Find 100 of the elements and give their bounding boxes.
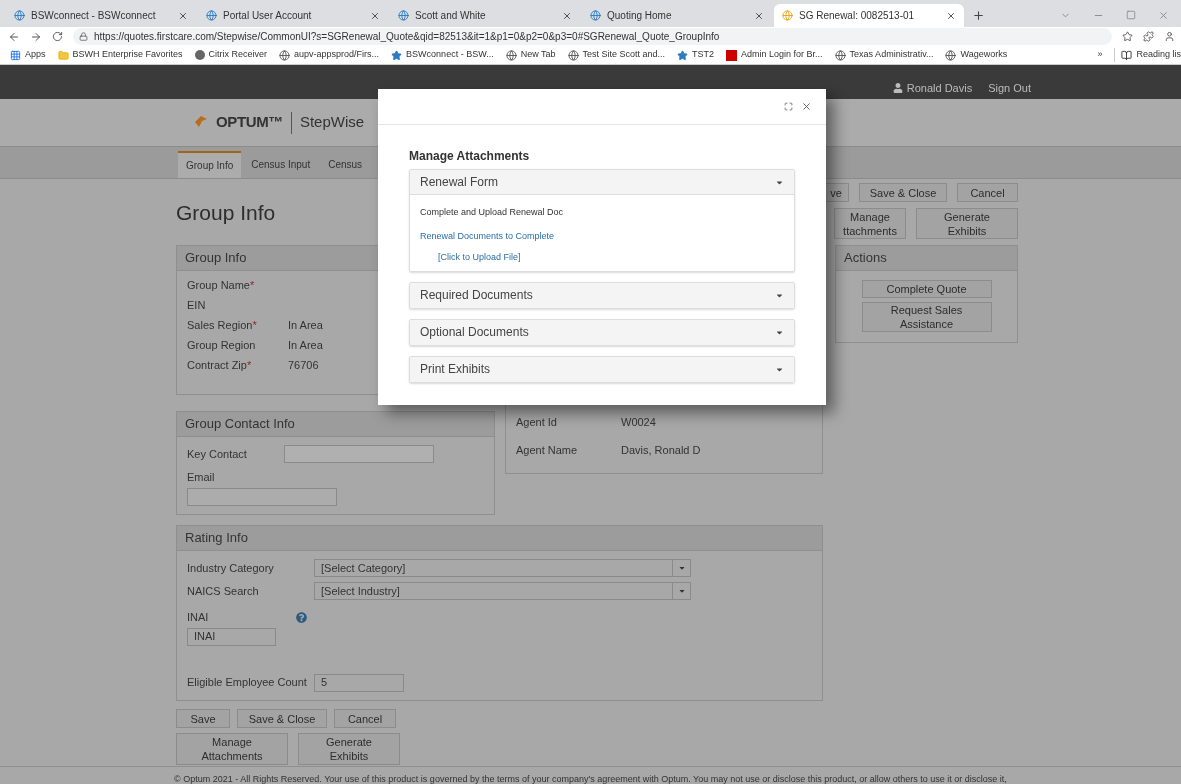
- input-field[interactable]: [187, 487, 337, 506]
- bookmark[interactable]: Test Site Scott and...: [567, 48, 666, 62]
- field-label: Eligible Employee Count: [187, 675, 308, 691]
- bookmark[interactable]: Wageworks: [945, 48, 1008, 62]
- field-value: 76706: [288, 358, 319, 370]
- button[interactable]: Request Sales Assistance: [861, 302, 992, 332]
- bookmark[interactable]: TST2: [677, 48, 715, 62]
- field-label: Email: [187, 470, 216, 485]
- forward-icon[interactable]: [30, 30, 42, 43]
- dropdown[interactable]: [Select Industry]: [314, 582, 691, 600]
- favicon-icon: [14, 10, 25, 21]
- star-icon: [391, 49, 403, 61]
- reload-icon[interactable]: [52, 31, 63, 42]
- globe-icon: [945, 49, 957, 61]
- button[interactable]: Save & Close: [237, 709, 327, 728]
- document-link[interactable]: Renewal Documents to Complete: [420, 229, 784, 243]
- close-icon[interactable]: [562, 10, 572, 21]
- favicon-icon: [590, 10, 601, 21]
- extensions-icon[interactable]: [1143, 31, 1154, 42]
- reading-list[interactable]: Reading lis: [1114, 48, 1181, 62]
- product-name: StepWise: [299, 112, 365, 133]
- field-label: Group Region: [187, 338, 257, 350]
- field-label: EIN: [187, 298, 207, 310]
- star-icon: [677, 49, 689, 61]
- field-value: W0024: [621, 415, 656, 430]
- favicon-icon: [398, 10, 409, 21]
- button[interactable]: Manage Attachments: [176, 733, 288, 765]
- footer-text: © Optum 2021 - All Rights Reserved. Your use of this product is governed by the terms of your company's agreement with Optum. You may not use or disclose this product, or allow others to use it or disclose it,: [174, 773, 1007, 784]
- browser-tab[interactable]: SG Renewal: 0082513-01: [774, 4, 964, 27]
- input-field[interactable]: 5: [314, 673, 404, 692]
- nav-tab[interactable]: Group Info: [178, 151, 242, 178]
- profile-icon[interactable]: [1164, 31, 1175, 42]
- site-icon: [194, 50, 205, 60]
- close-icon[interactable]: [178, 10, 188, 21]
- tab-title: SG Renewal: 0082513-01: [799, 9, 916, 23]
- panel-header: Group Contact Info: [177, 412, 494, 437]
- close-icon[interactable]: [801, 101, 812, 112]
- back-icon[interactable]: [8, 30, 20, 43]
- button[interactable]: Cancel: [334, 709, 396, 728]
- modal-title: Manage Attachments: [409, 148, 531, 165]
- accordion-header[interactable]: Renewal Form: [410, 170, 794, 195]
- field-value: Davis, Ronald D: [621, 442, 701, 458]
- field-label: Group Name*: [187, 278, 256, 290]
- expand-icon[interactable]: [784, 102, 793, 111]
- button[interactable]: Generate Exhibits: [298, 733, 400, 765]
- bookmark[interactable]: BSWconnect - BSW...: [391, 48, 494, 62]
- globe-icon: [834, 49, 846, 61]
- bookmark[interactable]: Texas Administrativ...: [834, 48, 934, 62]
- bookmark[interactable]: Apps: [10, 48, 46, 62]
- required-mark: *: [246, 359, 252, 371]
- bookmarks-overflow[interactable]: »: [1097, 48, 1103, 62]
- nav-tab[interactable]: Census: [320, 151, 371, 178]
- field-label: Agent Id: [516, 415, 558, 430]
- bookmark[interactable]: Admin Login for Br...: [726, 48, 823, 62]
- badge-icon: [726, 49, 738, 61]
- bookmark[interactable]: Citrix Receiver: [194, 48, 268, 62]
- tab-title: Scott and White: [415, 9, 487, 23]
- favicon-icon: [782, 10, 793, 21]
- reading-list-icon: [1121, 49, 1133, 61]
- input-field[interactable]: [284, 445, 434, 463]
- field-value: In Area: [288, 338, 323, 350]
- folder-icon: [57, 49, 69, 61]
- tab-title: Portal User Account: [223, 9, 313, 23]
- bookmark[interactable]: New Tab: [505, 48, 556, 62]
- field-label: Sales Region*: [187, 318, 258, 330]
- close-icon[interactable]: [754, 10, 764, 21]
- tab-title: Quoting Home: [607, 9, 673, 23]
- section-text: Complete and Upload Renewal Doc: [420, 206, 565, 219]
- page-title: Group Info: [176, 200, 276, 226]
- button[interactable]: Complete Quote: [861, 280, 992, 298]
- sign-out-link[interactable]: Sign Out: [988, 79, 1031, 96]
- accordion-header[interactable]: Print Exhibits: [410, 356, 794, 382]
- help-icon[interactable]: [296, 611, 307, 623]
- accordion-header[interactable]: Optional Documents: [410, 319, 794, 345]
- field-label: INAI: [187, 610, 210, 625]
- nav-tab[interactable]: Census Input: [243, 151, 319, 178]
- apps-icon: [10, 49, 21, 61]
- panel-header: Rating Info: [177, 526, 822, 551]
- globe-icon: [279, 49, 291, 61]
- panel-header: Actions: [836, 246, 1017, 271]
- accordion-header[interactable]: Required Documents: [410, 282, 794, 308]
- caret-icon: [677, 587, 686, 595]
- new-tab-icon[interactable]: [972, 9, 985, 22]
- button[interactable]: Save: [176, 709, 230, 728]
- bookmark-star-icon[interactable]: [1122, 31, 1133, 42]
- bookmark[interactable]: aupv-appsprod/Firs...: [279, 48, 380, 62]
- button[interactable]: Cancel: [957, 183, 1018, 202]
- bookmark[interactable]: BSWH Enterprise Favorites: [57, 48, 183, 62]
- address-field[interactable]: https://quotes.firstcare.com/Stepwise/CommonUI?s=SGRenewal_Quote&qid=82513&it=1&p1=0&p2=0&p3=0#SGRenewal_Quote_GroupInfo: [73, 28, 1112, 45]
- close-icon[interactable]: [946, 10, 956, 21]
- close-icon[interactable]: [370, 10, 380, 21]
- brand-logo: OPTUM™: [216, 112, 283, 133]
- dropdown[interactable]: [Select Category]: [314, 559, 691, 577]
- button[interactable]: Generate Exhibits: [916, 208, 1018, 239]
- button[interactable]: Save & Close: [859, 183, 947, 202]
- field-label: Agent Name: [516, 442, 579, 458]
- lock-icon: [79, 32, 88, 41]
- required-mark: *: [250, 279, 255, 291]
- input-field[interactable]: INAI: [187, 627, 276, 646]
- button[interactable]: Manage ttachments: [834, 208, 906, 239]
